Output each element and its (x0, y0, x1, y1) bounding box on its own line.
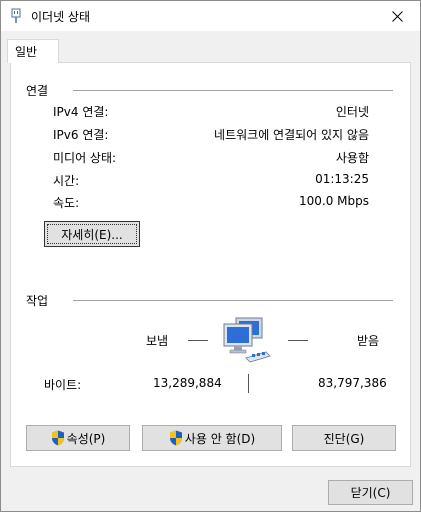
bytes-received-value: 83,797,386 (318, 376, 387, 390)
properties-button[interactable]: 속성(P) (26, 425, 130, 451)
ethernet-icon (11, 8, 21, 23)
media-state-value: 사용함 (335, 151, 369, 165)
activity-section-title: 작업 (26, 294, 49, 308)
disable-button[interactable]: 사용 안 함(D) (142, 425, 282, 451)
connection-divider (73, 90, 393, 91)
uac-shield-icon (51, 430, 64, 446)
ipv4-value: 인터넷 (335, 105, 369, 119)
close-icon (391, 10, 403, 22)
connection-section-title: 연결 (26, 84, 49, 98)
media-state-label: 미디어 상태: (53, 151, 117, 165)
tab-general[interactable]: 일반 (7, 39, 59, 63)
close-button[interactable]: 닫기(C) (328, 480, 413, 505)
ipv6-value: 네트워크에 연결되어 있지 않음 (214, 128, 369, 142)
duration-value: 01:13:25 (315, 172, 369, 186)
received-dash (288, 340, 308, 341)
bytes-separator (248, 374, 249, 393)
received-label: 받음 (357, 334, 380, 348)
title-bar: 이더넷 상태 (1, 1, 420, 31)
network-computers-icon (223, 317, 271, 363)
ethernet-status-window: 이더넷 상태 일반 연결 IPv4 연결: 인터넷 IPv6 연결: 네트워크에… (0, 0, 421, 512)
window-title: 이더넷 상태 (31, 10, 91, 24)
properties-button-label: 속성(P) (66, 431, 106, 446)
general-panel: 연결 IPv4 연결: 인터넷 IPv6 연결: 네트워크에 연결되어 있지 않… (10, 62, 411, 467)
sent-label: 보냄 (146, 334, 169, 348)
sent-dash (188, 340, 208, 341)
close-window-button[interactable] (374, 1, 420, 31)
bytes-label: 바이트: (44, 378, 82, 392)
disable-button-label: 사용 안 함(D) (184, 431, 256, 446)
speed-label: 속도: (53, 196, 80, 210)
activity-divider (73, 300, 393, 301)
ipv4-label: IPv4 연결: (53, 105, 109, 119)
duration-label: 시간: (53, 174, 80, 188)
details-button[interactable]: 자세히(E)... (44, 221, 140, 247)
tab-general-label: 일반 (15, 45, 38, 59)
diagnose-button[interactable]: 진단(G) (292, 425, 396, 451)
uac-shield-icon (169, 430, 182, 446)
bytes-sent-value: 13,289,884 (153, 376, 222, 390)
ipv6-label: IPv6 연결: (53, 128, 109, 142)
speed-value: 100.0 Mbps (298, 194, 369, 208)
